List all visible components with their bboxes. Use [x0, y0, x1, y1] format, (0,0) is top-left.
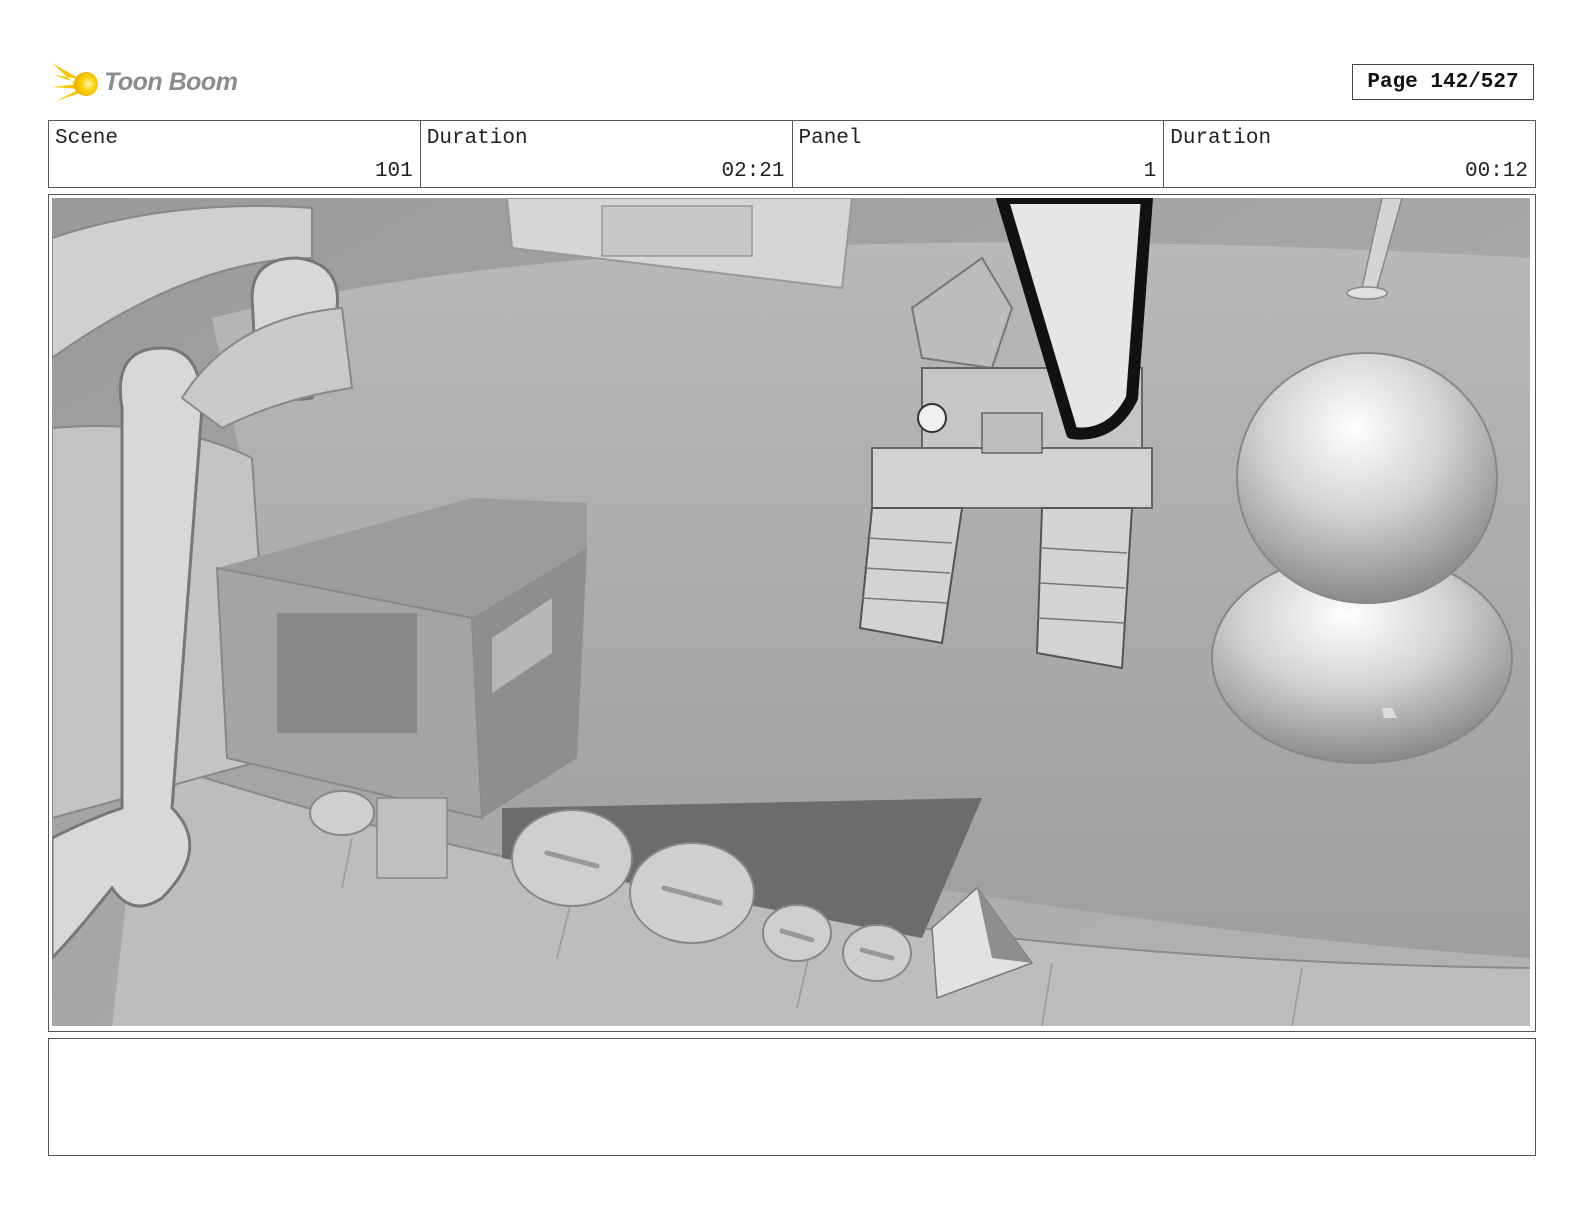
- scene-label: Scene: [55, 127, 119, 150]
- panel-info-row: Scene 101 Duration 02:21 Panel 1 Duratio…: [48, 120, 1536, 188]
- scene-duration-value: 02:21: [721, 160, 785, 183]
- scene-render: [52, 198, 1530, 1026]
- storyboard-panel-image: [52, 198, 1530, 1026]
- toon-boom-star-icon: [52, 63, 98, 101]
- toon-boom-logo: Toon Boom: [50, 56, 250, 108]
- panel-duration-value: 00:12: [1464, 160, 1528, 183]
- panel-label: Panel: [798, 127, 862, 150]
- scene-value: 101: [374, 160, 413, 183]
- panel-notes-box: [48, 1038, 1536, 1156]
- scene-duration-label: Duration: [426, 127, 528, 150]
- panel-duration-label: Duration: [1170, 127, 1272, 150]
- panel-cell: Panel 1: [793, 121, 1165, 187]
- logo-text: Toon Boom: [104, 67, 238, 96]
- panel-duration-cell: Duration 00:12: [1164, 121, 1535, 187]
- storyboard-panel-frame: [48, 194, 1536, 1032]
- panel-value: 1: [1143, 160, 1157, 183]
- scene-cell: Scene 101: [49, 121, 421, 187]
- scene-duration-cell: Duration 02:21: [421, 121, 793, 187]
- page-number: Page 142/527: [1352, 64, 1534, 100]
